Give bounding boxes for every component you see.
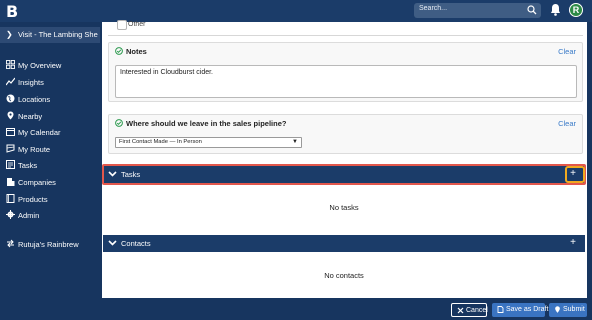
- sidebar-visit-item[interactable]: ❯ Visit - The Lambing She...: [0, 27, 100, 43]
- check-circle-icon: [115, 47, 123, 55]
- tasks-highlight-outline: [102, 164, 586, 185]
- submit-label: Submit: [563, 306, 585, 313]
- contacts-empty-message: No contacts: [324, 271, 364, 280]
- sidebar-item-nearby[interactable]: Nearby: [0, 110, 100, 124]
- tasks-empty-message: No tasks: [329, 203, 359, 212]
- sidebar-item-products[interactable]: Products: [0, 193, 100, 207]
- sidebar-item-label: Insights: [18, 78, 44, 87]
- contacts-section-header[interactable]: Contacts +: [103, 235, 585, 252]
- notes-title: Notes: [126, 47, 147, 56]
- brand-switcher-label: Rutuja's Rainbrew: [18, 240, 79, 249]
- sidebar-item-label: My Route: [18, 145, 51, 154]
- sidebar-item-label: Tasks: [18, 161, 38, 170]
- visit-label: Visit - The Lambing She...: [18, 30, 98, 39]
- swap-icon: [7, 239, 14, 248]
- bell-icon[interactable]: [550, 3, 561, 16]
- sidebar-item-label: Companies: [18, 178, 56, 187]
- cancel-button[interactable]: Cancel: [451, 303, 488, 317]
- pipeline-question: Where should we leave in the sales pipel…: [108, 114, 583, 154]
- grid-icon: [6, 60, 15, 69]
- chevron-down-icon: [108, 240, 117, 246]
- search-icon[interactable]: [527, 5, 537, 15]
- route-icon: [6, 144, 15, 153]
- notes-question: Notes Clear Interested in Cloudburst cid…: [108, 42, 583, 102]
- sidebar-item-my-route[interactable]: My Route: [0, 143, 100, 157]
- submit-button[interactable]: Submit: [549, 303, 587, 317]
- sidebar-item-label: Admin: [18, 211, 40, 220]
- other-option[interactable]: Other: [108, 20, 583, 36]
- caret-down-icon: ▼: [292, 139, 298, 145]
- building-icon: [7, 178, 15, 186]
- close-icon: [457, 307, 464, 314]
- save-draft-button[interactable]: Save as Draft: [492, 303, 549, 317]
- chevron-right-icon: ❯: [6, 30, 13, 39]
- brand-switcher[interactable]: Rutuja's Rainbrew: [0, 238, 100, 252]
- save-draft-label: Save as Draft: [506, 306, 549, 313]
- tasks-icon: [6, 160, 15, 169]
- contacts-title: Contacts: [121, 239, 151, 248]
- pipeline-title: Where should we leave in the sales pipel…: [126, 119, 287, 128]
- sidebar-item-my-calendar[interactable]: My Calendar: [0, 126, 100, 140]
- gear-icon: [6, 210, 15, 219]
- sidebar-item-my-overview[interactable]: My Overview: [0, 59, 100, 73]
- pin-icon: [7, 111, 14, 120]
- cancel-label: Cancel: [466, 307, 488, 314]
- pipeline-clear-link[interactable]: Clear: [558, 119, 576, 128]
- sidebar-item-label: Products: [18, 195, 48, 204]
- pipeline-selected-value: First Contact Made — In Person: [119, 139, 202, 145]
- trend-icon: [6, 77, 15, 86]
- sidebar-item-label: Nearby: [18, 112, 43, 121]
- notes-clear-link[interactable]: Clear: [558, 47, 576, 56]
- sidebar-item-insights[interactable]: Insights: [0, 76, 100, 90]
- book-icon: [6, 194, 15, 203]
- sidebar-item-tasks[interactable]: Tasks: [0, 159, 100, 173]
- notes-textarea[interactable]: Interested in Cloudburst cider.: [115, 65, 577, 98]
- other-checkbox[interactable]: [117, 20, 127, 30]
- calendar-icon: [6, 128, 15, 136]
- add-contact-button[interactable]: +: [565, 236, 581, 250]
- search-input[interactable]: Search...: [414, 3, 541, 18]
- globe-icon: [6, 94, 15, 103]
- avatar[interactable]: R: [569, 3, 583, 17]
- sidebar-item-label: My Overview: [18, 61, 62, 70]
- top-bar: B Search... R: [0, 0, 592, 22]
- sidebar-item-label: My Calendar: [18, 128, 61, 137]
- check-circle-icon: [115, 119, 123, 127]
- document-icon: [497, 306, 504, 313]
- app-logo[interactable]: B: [6, 2, 18, 21]
- add-task-highlight-outline: [565, 166, 585, 183]
- pin-icon: [555, 306, 560, 313]
- search-placeholder: Search...: [419, 5, 448, 12]
- pipeline-select[interactable]: First Contact Made — In Person ▼: [115, 137, 302, 148]
- other-option-label: Other: [128, 21, 146, 28]
- sidebar-item-admin[interactable]: Admin: [0, 209, 100, 223]
- sidebar-item-companies[interactable]: Companies: [0, 176, 100, 190]
- sidebar-item-label: Locations: [18, 95, 51, 104]
- sidebar-item-locations[interactable]: Locations: [0, 93, 100, 107]
